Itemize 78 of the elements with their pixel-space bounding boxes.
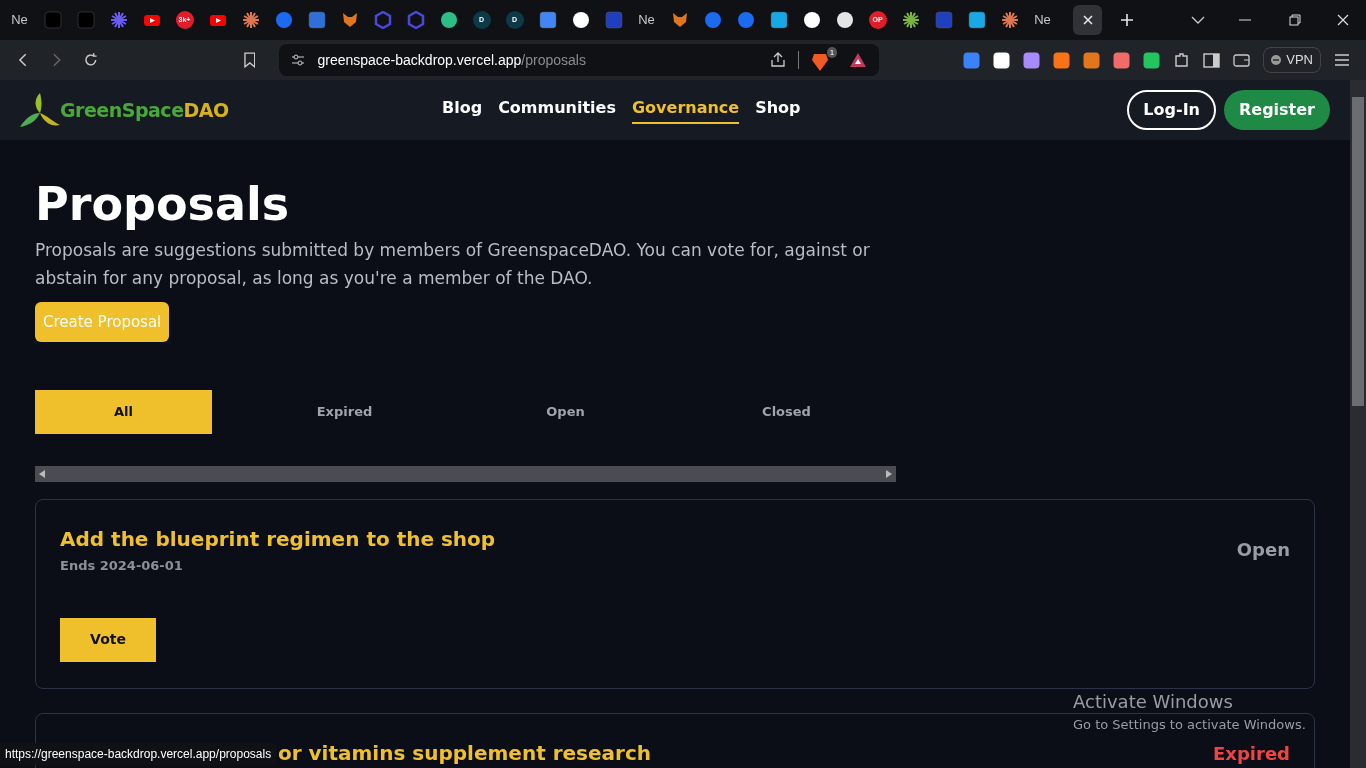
nav-link[interactable]: Blog bbox=[442, 96, 483, 124]
proposal-status: Open bbox=[1236, 538, 1290, 562]
circle-icon bbox=[571, 11, 590, 29]
circle-icon bbox=[802, 11, 821, 29]
circle-icon bbox=[439, 11, 458, 29]
circle-icon bbox=[1271, 55, 1282, 65]
filter-tab[interactable]: All bbox=[35, 390, 212, 434]
restore-icon[interactable] bbox=[1289, 14, 1301, 26]
square-icon bbox=[967, 11, 986, 29]
login-button[interactable]: Log-In bbox=[1127, 90, 1216, 130]
browser-tab[interactable]: Ne bbox=[5, 5, 34, 35]
browser-tab[interactable] bbox=[1073, 5, 1102, 35]
site-logo-text[interactable]: GreenSpaceDAO bbox=[60, 95, 229, 125]
site-settings-icon[interactable] bbox=[291, 53, 306, 67]
proposal-status: Expired bbox=[1213, 742, 1290, 766]
shields-badge: 1 bbox=[826, 47, 838, 58]
square-icon bbox=[769, 11, 788, 29]
square-icon bbox=[934, 11, 953, 29]
extension-icon[interactable] bbox=[1053, 51, 1071, 69]
fox-icon bbox=[670, 11, 689, 29]
shields-button[interactable]: 1 bbox=[811, 47, 838, 73]
wallet-icon[interactable] bbox=[1233, 52, 1251, 68]
starburst-icon bbox=[241, 11, 260, 29]
square-icon bbox=[43, 11, 62, 29]
activation-title: Activate Windows bbox=[1073, 690, 1234, 714]
circle-icon bbox=[736, 11, 755, 29]
nav-link[interactable]: Governance bbox=[632, 96, 740, 124]
vpn-button[interactable]: VPN bbox=[1263, 47, 1321, 73]
scrollbar-thumb[interactable] bbox=[1352, 97, 1364, 406]
address-bar[interactable]: greenspace-backdrop.vercel.app/proposals 1 bbox=[279, 44, 880, 76]
chevron-down-icon[interactable] bbox=[1191, 15, 1205, 25]
new-tab-icon[interactable] bbox=[1120, 13, 1134, 27]
extension-icon[interactable] bbox=[1143, 51, 1161, 69]
extension-icon[interactable] bbox=[993, 51, 1011, 69]
scroll-right-icon[interactable] bbox=[886, 470, 892, 478]
status-url: https://greenspace-backdrop.vercel.app/proposals bbox=[0, 743, 277, 765]
square-icon bbox=[76, 11, 95, 29]
fox-icon bbox=[340, 11, 359, 29]
scroll-left-icon[interactable] bbox=[39, 470, 45, 478]
sidebar-icon[interactable] bbox=[1203, 52, 1221, 68]
horizontal-scrollbar[interactable] bbox=[35, 466, 896, 482]
browser-tab[interactable]: Ne bbox=[632, 5, 661, 35]
nav-link[interactable]: Communities bbox=[498, 96, 616, 124]
filter-tab[interactable]: Open bbox=[477, 390, 654, 434]
square-icon bbox=[307, 11, 326, 29]
register-button[interactable]: Register bbox=[1223, 90, 1330, 130]
circle-icon bbox=[274, 11, 293, 29]
starburst-icon bbox=[901, 11, 920, 29]
square-icon bbox=[604, 11, 623, 29]
vertical-scrollbar[interactable] bbox=[1350, 80, 1366, 768]
share-icon[interactable] bbox=[770, 52, 787, 68]
hexagon-icon bbox=[406, 11, 425, 29]
triangle-icon[interactable] bbox=[849, 52, 868, 68]
circle-icon bbox=[703, 11, 722, 29]
menu-icon[interactable] bbox=[1334, 53, 1350, 67]
circle-icon bbox=[835, 11, 854, 29]
browser-tab[interactable]: Ne bbox=[1028, 5, 1057, 35]
page-description: Proposals are suggestions submitted by members of GreenspaceDAO. You can vote for, against or abstain for any proposal, as long as you're a member of the DAO. bbox=[35, 239, 871, 290]
proposal-title: or vitamins supplement research bbox=[278, 740, 652, 767]
url-text: greenspace-backdrop.vercel.app/proposals bbox=[317, 50, 586, 70]
page-title: Proposals bbox=[35, 176, 291, 232]
close-icon[interactable] bbox=[1337, 14, 1349, 26]
proposal-title: Add the blueprint regimen to the shop bbox=[60, 526, 496, 553]
reload-icon[interactable] bbox=[83, 52, 99, 68]
vote-button[interactable]: Vote bbox=[60, 617, 156, 662]
starburst-icon bbox=[109, 11, 128, 29]
bookmark-icon[interactable] bbox=[243, 52, 256, 68]
hexagon-icon bbox=[373, 11, 392, 29]
extension-icon[interactable] bbox=[1023, 51, 1041, 69]
filter-tab[interactable]: Closed bbox=[698, 390, 875, 434]
nav-link[interactable]: Shop bbox=[755, 96, 801, 124]
activation-subtitle: Go to Settings to activate Windows. bbox=[1073, 716, 1306, 734]
close-icon[interactable] bbox=[1081, 14, 1094, 26]
square-icon bbox=[538, 11, 557, 29]
proposal-end-date: Ends 2024-06-01 bbox=[60, 557, 184, 575]
starburst-icon bbox=[1000, 11, 1019, 29]
leaf-logo-icon bbox=[20, 93, 60, 127]
filter-tab[interactable]: Expired bbox=[256, 390, 433, 434]
